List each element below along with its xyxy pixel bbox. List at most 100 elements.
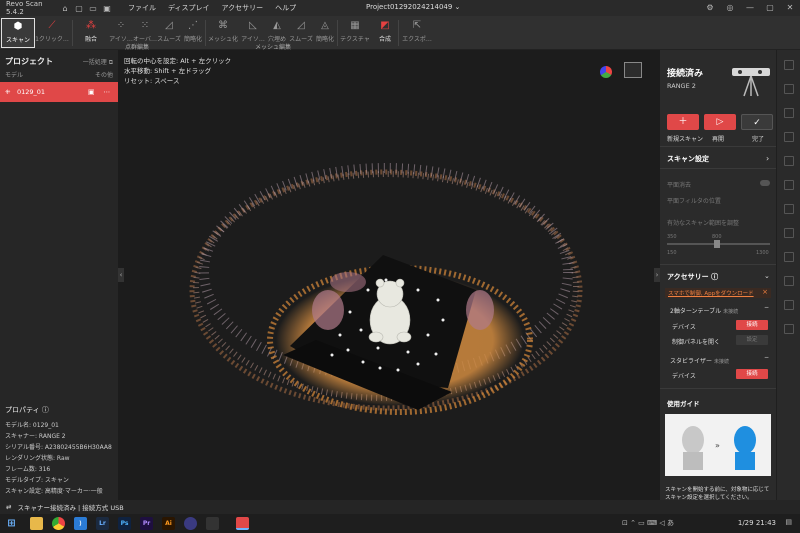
close-button[interactable]: ✕: [780, 0, 800, 16]
tool-icon[interactable]: [784, 252, 794, 262]
save-icon[interactable]: ▣: [100, 4, 114, 13]
maximize-button[interactable]: ▢: [760, 0, 780, 16]
properties-title: プロパティ ⓘ: [5, 406, 49, 414]
vscode-icon[interactable]: ⟩: [74, 517, 87, 530]
accessories-header[interactable]: アクセサリー ⓘ: [667, 272, 718, 282]
tool-icon[interactable]: [784, 324, 794, 334]
device-name: RANGE 2: [667, 82, 696, 90]
tool-icon[interactable]: [784, 228, 794, 238]
tool-icon[interactable]: [784, 300, 794, 310]
done-button[interactable]: ✓: [741, 114, 773, 130]
property-row: モデル名: 0129_01: [5, 422, 59, 429]
menu-help[interactable]: ヘルプ: [275, 3, 296, 13]
app-download-banner[interactable]: スマホで制御, Appをダウンロード ×: [665, 288, 771, 298]
chevron-right-icon[interactable]: ›: [766, 154, 769, 163]
model-view-icon[interactable]: ▣: [88, 88, 96, 96]
tool-icon[interactable]: [784, 204, 794, 214]
3d-viewport[interactable]: 回転の中心を設定: Alt + 左クリック 水平移動: Shift + 左ドラッ…: [118, 50, 660, 500]
device-label: デバイス: [672, 324, 696, 331]
device-label-2: デバイス: [672, 373, 696, 380]
point-cloud-icon: ⁜: [5, 88, 11, 96]
app-icon[interactable]: [206, 517, 219, 530]
explorer-icon[interactable]: [30, 517, 43, 530]
scan-button[interactable]: ⬢ スキャン: [1, 18, 35, 48]
collapse-stabilizer-icon[interactable]: −: [764, 354, 769, 361]
property-row: モデルタイプ: スキャン: [5, 477, 69, 484]
collapse-left-icon[interactable]: ‹: [118, 268, 124, 282]
project-panel: プロジェクト 一括処理 ⧉ モデル その他 ⁜ 0129_01 ▣ ⋯ プロパテ…: [0, 50, 118, 500]
view-cube-icon[interactable]: [624, 62, 642, 78]
menu-display[interactable]: ディスプレイ: [168, 3, 210, 13]
col-model: モデル: [5, 72, 24, 79]
new-scan-button[interactable]: ＋: [667, 114, 699, 130]
system-tray-icons[interactable]: ⊡ ⌃ ▭ ⌨ ◁ あ: [622, 518, 674, 528]
export-button[interactable]: ⇱ エクスポ…: [400, 18, 434, 48]
windows-start-icon[interactable]: ⊞: [5, 517, 18, 530]
lightroom-icon[interactable]: Lr: [96, 517, 109, 530]
revo-scan-icon[interactable]: [236, 517, 249, 530]
app-icon[interactable]: [184, 517, 197, 530]
home-icon[interactable]: ⌂: [58, 4, 72, 13]
export-icon: ⇱: [412, 20, 422, 31]
app-download-link[interactable]: スマホで制御, Appをダウンロード: [668, 289, 754, 297]
one-click-button[interactable]: ⟋ 1クリック…: [34, 18, 70, 48]
notification-icon[interactable]: ▤: [785, 518, 792, 526]
guide-image[interactable]: »: [665, 414, 771, 476]
premiere-icon[interactable]: Pr: [140, 517, 153, 530]
tool-icon[interactable]: [784, 156, 794, 166]
menu-accessory[interactable]: アクセサリー: [222, 3, 264, 13]
model-more-button[interactable]: ⋯: [104, 88, 111, 96]
plane-removal-toggle[interactable]: [760, 180, 770, 186]
chevron-down-icon[interactable]: ⌄: [764, 272, 770, 280]
valid-range-label: 有効なスキャン範囲を調整: [667, 220, 740, 227]
batch-button[interactable]: 一括処理 ⧉: [83, 57, 113, 67]
plane-filter-label: 平面フィルタの位置: [667, 198, 721, 205]
property-row: レンダリング状態: Raw: [5, 455, 70, 462]
col-other: その他: [94, 72, 113, 79]
settings-icon[interactable]: ⚙: [700, 0, 720, 16]
project-name[interactable]: Project01292024214049 ⌄: [366, 3, 460, 11]
fuse-button[interactable]: ⁂ 融合: [74, 18, 108, 48]
close-banner-icon[interactable]: ×: [762, 288, 768, 296]
tool-icon[interactable]: [784, 60, 794, 70]
new-file-icon[interactable]: ▢: [72, 4, 86, 13]
user-icon[interactable]: ◎: [720, 0, 740, 16]
photoshop-icon[interactable]: Ps: [118, 517, 131, 530]
wand-icon: ⟋: [48, 20, 56, 31]
minimize-button[interactable]: —: [740, 0, 760, 16]
connect-stabilizer-button[interactable]: 接続: [736, 369, 768, 379]
guide-header: 使用ガイド: [667, 400, 700, 408]
mesh-button[interactable]: ⌘ メッシュ化: [206, 18, 240, 48]
hint-pan: 水平移動: Shift + 左ドラッグ: [124, 67, 212, 75]
collapse-turntable-icon[interactable]: −: [764, 304, 769, 311]
tool-icon[interactable]: [784, 108, 794, 118]
scan-settings-header[interactable]: スキャン設定: [667, 154, 709, 164]
tool-icon[interactable]: [784, 132, 794, 142]
info-icon[interactable]: ⓘ: [42, 406, 49, 414]
clock[interactable]: 1/29 21:43: [738, 519, 776, 527]
folder-icon[interactable]: ▭: [86, 4, 100, 13]
texture-button[interactable]: ▦ テクスチャ: [338, 18, 372, 48]
merge-button[interactable]: ◩ 合成: [368, 18, 402, 48]
usb-icon: ⇄: [6, 503, 12, 511]
color-mode-icon[interactable]: [600, 66, 612, 78]
hint-rotate: 回転の中心を設定: Alt + 左クリック: [124, 57, 232, 65]
chrome-icon[interactable]: [52, 517, 65, 530]
turntable-label: 2軸ターンテーブル 未接続: [670, 308, 739, 315]
tool-icon[interactable]: [784, 276, 794, 286]
scanner-icon: [732, 68, 770, 97]
connect-turntable-button[interactable]: 接続: [736, 320, 768, 330]
resume-button[interactable]: ▷: [704, 114, 736, 130]
properties: プロパティ ⓘ モデル名: 0129_01 スキャナー: RANGE 2 シリア…: [5, 405, 112, 497]
illustrator-icon[interactable]: Ai: [162, 517, 175, 530]
settings-turntable-button[interactable]: 設定: [736, 335, 768, 345]
range-slider-handle[interactable]: [714, 240, 720, 248]
scan-panel: 接続済み RANGE 2 ＋ ▷ ✓ 新規スキャン 再開 完了 スキャン設定 ›…: [660, 50, 776, 501]
menu-file[interactable]: ファイル: [128, 3, 156, 13]
tool-icon[interactable]: [784, 180, 794, 190]
status-text: スキャナー接続済み | 接続方式 USB: [17, 504, 124, 512]
new-scan-label: 新規スキャン: [667, 136, 704, 143]
resume-label: 再開: [712, 136, 725, 143]
model-row[interactable]: ⁜ 0129_01 ▣ ⋯: [0, 82, 118, 102]
tool-icon[interactable]: [784, 84, 794, 94]
